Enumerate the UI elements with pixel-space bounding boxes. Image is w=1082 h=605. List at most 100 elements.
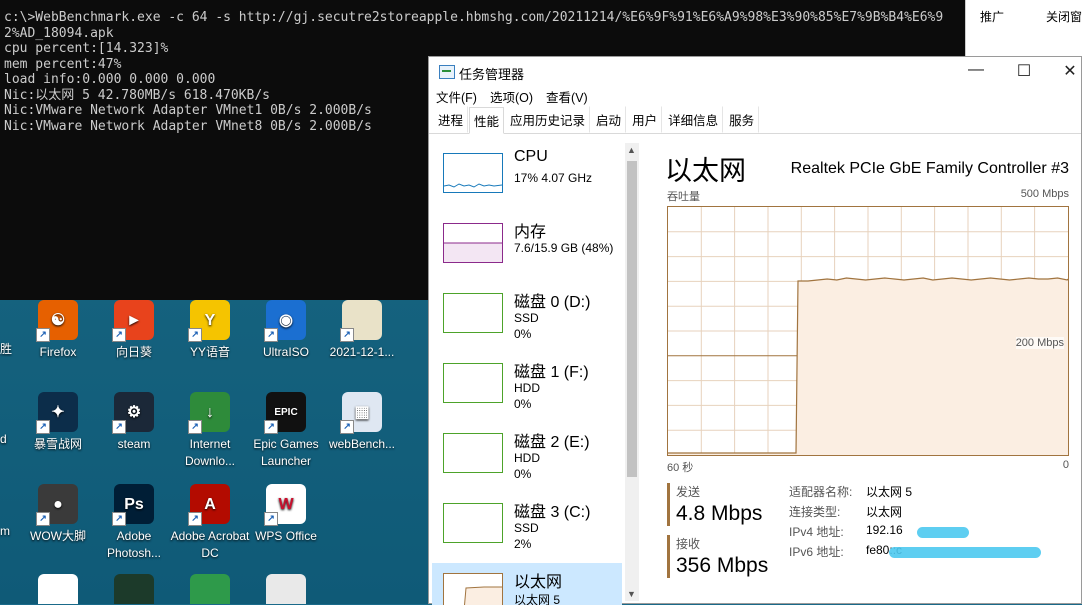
tab[interactable]: 用户 — [627, 106, 663, 133]
desktop-shortcut[interactable]: ↗ 2021-12-1... — [322, 300, 402, 361]
sunflower-icon: ► ↗ — [112, 300, 154, 342]
resource-detail: 7.6/15.9 GB (48%) — [514, 241, 614, 255]
resource-item[interactable]: CPU 17% 4.07 GHz — [432, 143, 622, 213]
desktop-shortcut[interactable]: ↓ ↗ Internet Downlo... — [170, 392, 250, 470]
tab-bar: 进程 性能 应用历史记录 启动 用户 详细信息 服务 — [429, 106, 1081, 134]
resource-heading: 以太网 — [665, 156, 746, 186]
throughput-label: 吞吐量 — [667, 191, 700, 203]
resource-name: 以太网 — [514, 574, 563, 591]
ultraiso-icon: ◉ ↗ — [264, 300, 306, 342]
shortcut-arrow-icon: ↗ — [112, 328, 126, 342]
menu-item[interactable]: 选项(O) — [490, 91, 533, 105]
receive-stat: 接收 356 Mbps — [667, 535, 768, 578]
tab[interactable]: 进程 — [433, 106, 469, 133]
menu-item[interactable]: 文件(F) — [436, 91, 477, 105]
epic-icon: EPIC ↗ — [264, 392, 306, 434]
desktop-shortcut-label: WPS Office — [255, 529, 317, 543]
menu-item[interactable]: 查看(V) — [546, 91, 588, 105]
desktop-shortcut-label: 2021-12-1... — [329, 345, 395, 359]
desktop-shortcut[interactable]: ☯ ↗ Firefox — [18, 300, 98, 361]
send-stat: 发送 4.8 Mbps — [667, 483, 762, 526]
desktop-shortcut-label: Firefox — [39, 345, 77, 359]
minimize-button[interactable]: — — [961, 61, 991, 79]
resource-detail: 2% — [514, 537, 532, 551]
tab[interactable]: 启动 — [591, 106, 627, 133]
battlenet-icon: ✦ ↗ — [36, 392, 78, 434]
promote-button[interactable]: 推广 — [980, 8, 1004, 25]
resource-name: 磁盘 2 (E:) — [514, 434, 590, 451]
resource-item[interactable]: 内存 7.6/15.9 GB (48%) — [432, 213, 622, 283]
info-value: 192.16 — [866, 523, 903, 537]
desktop-shortcut[interactable]: Y ↗ YY语音 — [170, 300, 250, 361]
clipped-icon-label: m — [0, 524, 10, 538]
resource-name: 磁盘 3 (C:) — [514, 504, 591, 521]
resource-list-scrollbar[interactable]: ▲ ▼ — [625, 143, 639, 601]
scroll-up-icon[interactable]: ▲ — [627, 145, 636, 155]
resource-detail: 0% — [514, 467, 532, 481]
close-window-button[interactable]: 关闭窗 — [1046, 8, 1082, 25]
x-axis-right-label: 0 — [1062, 459, 1069, 471]
ethernet-detail-panel: 以太网 Realtek PCIe GbE Family Controller #… — [639, 143, 1082, 605]
green-app-icon[interactable] — [190, 574, 230, 604]
resource-item[interactable]: 磁盘 2 (E:) HDD 0% — [432, 423, 622, 493]
info-row: 适配器名称: 以太网 5 — [789, 483, 912, 503]
info-key: 连接类型: — [789, 505, 841, 519]
pen-tool-icon[interactable] — [114, 574, 154, 604]
resource-thumbnail — [443, 433, 503, 473]
resource-item[interactable]: 磁盘 0 (D:) SSD 0% — [432, 283, 622, 353]
resource-item[interactable]: 磁盘 1 (F:) HDD 0% — [432, 353, 622, 423]
scroll-down-icon[interactable]: ▼ — [627, 589, 636, 599]
resource-detail: 17% 4.07 GHz — [514, 171, 593, 185]
desktop-shortcut[interactable]: ◉ ↗ UltraISO — [246, 300, 326, 361]
tab[interactable]: 应用历史记录 — [505, 106, 591, 133]
resource-detail: 0% — [514, 327, 532, 341]
document-icon[interactable] — [266, 574, 306, 604]
desktop-shortcut[interactable]: ▦ ↗ webBench... — [322, 392, 402, 453]
background-window[interactable]: 推广 关闭窗 — [965, 0, 1082, 58]
send-value: 4.8 Mbps — [676, 502, 763, 525]
desktop-shortcut[interactable]: ⚙ ↗ steam — [94, 392, 174, 453]
resource-item[interactable]: 磁盘 3 (C:) SSD 2% — [432, 493, 622, 563]
resource-name: 内存 — [514, 224, 547, 241]
close-button[interactable]: ✕ — [1055, 61, 1082, 81]
resource-thumbnail — [443, 223, 503, 263]
clipped-icon-label: d — [0, 432, 7, 446]
tab[interactable]: 服务 — [724, 106, 760, 133]
acrobat-icon: A ↗ — [188, 484, 230, 526]
receive-label: 接收 — [676, 537, 701, 551]
tab[interactable]: 性能 — [469, 107, 505, 134]
resource-detail: 0% — [514, 397, 532, 411]
resource-name: 磁盘 1 (F:) — [514, 364, 589, 381]
desktop-shortcut-label: webBench... — [328, 437, 396, 451]
idm-icon: ↓ ↗ — [188, 392, 230, 434]
scrollbar-thumb[interactable] — [627, 161, 637, 477]
shortcut-arrow-icon: ↗ — [36, 328, 50, 342]
desktop-shortcut[interactable]: W ↗ WPS Office — [246, 484, 326, 545]
desktop-shortcut[interactable]: ► ↗ 向日葵 — [94, 300, 174, 361]
wow-icon: ● ↗ — [36, 484, 78, 526]
desktop-shortcut[interactable]: ✦ ↗ 暴雪战网 — [18, 392, 98, 453]
desktop-shortcut[interactable]: Ps ↗ Adobe Photosh... — [94, 484, 174, 562]
resource-detail: SSD — [514, 521, 539, 535]
baidu-netdisk-icon[interactable] — [38, 574, 78, 604]
task-manager-icon — [439, 65, 455, 79]
task-manager-window[interactable]: 任务管理器 — ☐ ✕ 文件(F) 选项(O) 查看(V) 进程 性能 应用历史记录 启动… — [428, 56, 1082, 605]
resource-thumbnail — [443, 293, 503, 333]
steam-icon: ⚙ ↗ — [112, 392, 154, 434]
shortcut-arrow-icon: ↗ — [340, 328, 354, 342]
tab[interactable]: 详细信息 — [663, 106, 724, 133]
resource-item[interactable]: 以太网以太网 5发送: 4.8 接收: 356 — [432, 563, 622, 605]
firefox-icon: ☯ ↗ — [36, 300, 78, 342]
title-bar[interactable]: 任务管理器 — ☐ ✕ — [429, 57, 1081, 87]
desktop-shortcut[interactable]: EPIC ↗ Epic Games Launcher — [246, 392, 326, 470]
receive-value: 356 Mbps — [676, 554, 769, 577]
resource-name: 磁盘 0 (D:) — [514, 294, 591, 311]
desktop-shortcut[interactable]: A ↗ Adobe Acrobat DC — [170, 484, 250, 562]
image-file-icon: ↗ — [340, 300, 382, 342]
resource-detail: 以太网 5 — [514, 593, 561, 605]
shortcut-arrow-icon: ↗ — [188, 328, 202, 342]
maximize-button[interactable]: ☐ — [1009, 61, 1039, 81]
shortcut-arrow-icon: ↗ — [188, 420, 202, 434]
desktop-shortcut[interactable]: ● ↗ WOW大脚 — [18, 484, 98, 545]
webbench-icon: ▦ ↗ — [340, 392, 382, 434]
